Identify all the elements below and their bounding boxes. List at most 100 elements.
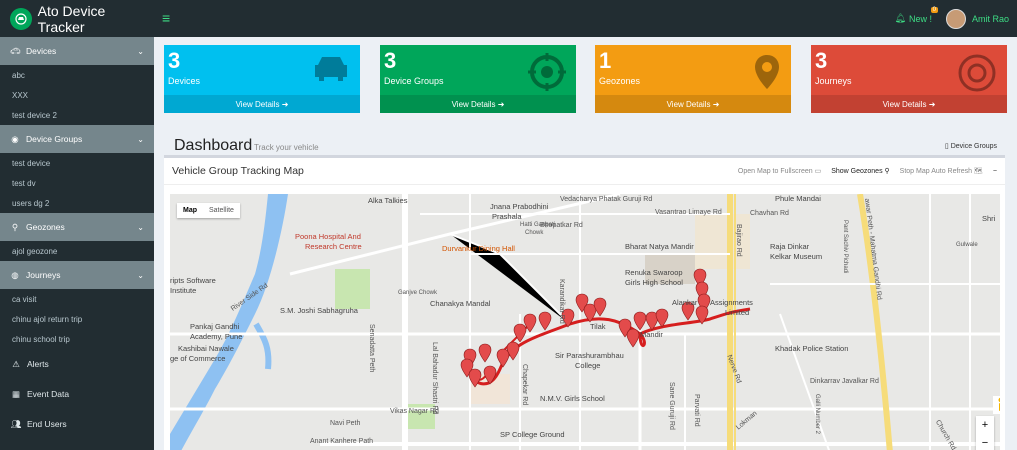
map-label: Limited	[725, 308, 750, 317]
chevron-down-icon: ⌄	[137, 222, 144, 232]
map-type-map-button[interactable]: Map	[177, 203, 203, 218]
map-label: Assignments	[710, 298, 753, 307]
map-label: Chapekar Rd	[521, 364, 528, 406]
map-label: ge of Commerce	[170, 354, 226, 363]
stat-label: Device Groups	[384, 76, 444, 86]
map-label: Poona Hospital And	[295, 232, 361, 241]
sidebar-section-device-groups[interactable]: ◉ Device Groups ⌄	[0, 125, 154, 153]
device-groups-link[interactable]: ▯ Device Groups	[945, 142, 997, 150]
map-label: Renuka Swaroop	[625, 268, 683, 277]
map-label: S.M. Joshi Sabhagruha	[280, 306, 358, 315]
map-label: Chanakya Mandal	[430, 299, 491, 308]
sidebar-section-journeys[interactable]: ◍ Journeys ⌄	[0, 261, 154, 289]
globe-icon	[957, 53, 997, 98]
sidebar-item-end-users[interactable]: 👥︎ End Users	[0, 409, 154, 439]
map-label: Jnana Prabodhini	[490, 202, 549, 211]
view-details-label: View Details	[451, 99, 496, 109]
panel-title: Vehicle Group Tracking Map	[172, 165, 304, 177]
map-label: Institute	[170, 286, 197, 295]
map-label: Academy, Pune	[190, 332, 243, 341]
avatar	[945, 8, 966, 29]
map-label: Shri	[982, 214, 996, 223]
user-name: Amit Rao	[971, 13, 1009, 24]
user-menu[interactable]: Amit Rao	[945, 8, 1009, 29]
map-label: Chowk	[525, 230, 544, 236]
zoom-in-button[interactable]: +	[976, 416, 994, 434]
sidebar-section-geozones[interactable]: ⚲ Geozones ⌄	[0, 213, 154, 241]
map-type-satellite-button[interactable]: Satellite	[203, 203, 240, 218]
sidebar-item-test-device-2[interactable]: test device 2	[0, 105, 154, 125]
map-label: Prashala	[492, 212, 522, 221]
map-label: Raja Dinkar	[770, 242, 810, 251]
top-navbar: Ato Device Tracker ≡ 🔔︎ New ! 0 Amit Rao	[0, 0, 1017, 37]
map-label: Bajirao Rd	[735, 224, 742, 257]
menu-toggle-icon[interactable]: ≡	[162, 10, 170, 26]
sidebar-section-devices[interactable]: 🚗︎ Devices ⌄	[0, 37, 154, 65]
notifications-badge: 0	[930, 7, 938, 13]
map-label: Durvankur Dining Hall	[442, 244, 515, 253]
map-label: SP College Ground	[500, 430, 565, 439]
notifications-label: New !	[908, 13, 932, 24]
show-geozones-button[interactable]: Show Geozones ⚲	[831, 167, 889, 175]
map-label: Vasantrao Limaye Rd	[655, 209, 722, 216]
device-groups-link-label: Device Groups	[950, 143, 997, 150]
sidebar-item-chinu-ajol-return-trip[interactable]: chinu ajol return trip	[0, 309, 154, 329]
map-label: Navi Peth	[330, 420, 361, 427]
page-title: Dashboard	[174, 137, 253, 154]
fullscreen-button[interactable]: Open Map to Fullscreen ▭	[738, 167, 821, 175]
bell-icon: 🔔︎	[894, 13, 906, 23]
tracking-map[interactable]: Alka Talkies Jnana Prabodhini Prashala V…	[170, 194, 1000, 450]
notifications-button[interactable]: 🔔︎ New ! 0	[894, 7, 938, 24]
map-label: Galli Number 2	[814, 394, 820, 435]
zoom-out-button[interactable]: −	[976, 434, 994, 450]
zoom-control: + −	[976, 416, 994, 450]
map-label: Bharat Natya Mandir	[625, 242, 694, 251]
target-icon: ◉	[11, 133, 19, 144]
map-label: Kelkar Museum	[770, 252, 823, 261]
stop-auto-refresh-label: Stop Map Auto Refresh	[899, 168, 973, 175]
stat-box-devices: 3 Devices View Details ➜	[164, 45, 360, 113]
page-subtitle: Track your vehicle	[254, 143, 319, 152]
map-label: Pankaj Gandhi	[190, 322, 240, 331]
sidebar-item-alerts[interactable]: ⚠ Alerts	[0, 349, 154, 379]
map-label: Dinkarrav Javalkar Rd	[810, 378, 879, 385]
sidebar-section-label: Geozones	[26, 222, 65, 232]
sidebar-item-event-data[interactable]: ▦ Event Data	[0, 379, 154, 409]
sidebar-item-ajol-geozone[interactable]: ajol geozone	[0, 241, 154, 261]
view-details-device-groups-link[interactable]: View Details ➜	[380, 95, 576, 113]
stat-count: 1	[599, 48, 612, 73]
map-label: Pant Sachiv Pichadi	[842, 220, 848, 274]
stat-label: Geozones	[599, 76, 641, 86]
sidebar-item-xxx[interactable]: XXX	[0, 85, 154, 105]
chevron-down-icon: ⌄	[137, 270, 144, 280]
map-label: Tilak	[590, 322, 606, 331]
car-icon	[312, 53, 350, 88]
map-label: Ganjve Chowk	[398, 290, 438, 296]
sidebar-item-chinu-school-trip[interactable]: chinu school trip	[0, 329, 154, 349]
view-details-label: View Details	[235, 99, 280, 109]
map-label: Research Centre	[305, 242, 362, 251]
users-icon: 👥︎	[10, 418, 22, 429]
map-label: Anant Kanhere Path	[310, 438, 374, 445]
map-label: Alankar	[672, 298, 698, 307]
globe-icon: ◍	[11, 269, 19, 280]
map-icon: 🗺︎	[974, 168, 983, 175]
view-details-geozones-link[interactable]: View Details ➜	[595, 95, 791, 113]
sidebar-item-test-device[interactable]: test device	[0, 153, 154, 173]
map-label: Mandir	[640, 330, 663, 339]
stat-count: 3	[815, 48, 828, 73]
sidebar-item-abc[interactable]: abc	[0, 65, 154, 85]
sidebar-item-users-dg-2[interactable]: users dg 2	[0, 193, 154, 213]
stat-box-device-groups: 3 Device Groups View Details ➜	[380, 45, 576, 113]
sidebar-item-test-dv[interactable]: test dv	[0, 173, 154, 193]
sidebar-item-ca-visit[interactable]: ca visit	[0, 289, 154, 309]
view-details-journeys-link[interactable]: View Details ➜	[811, 95, 1007, 113]
fullscreen-icon: ▭	[814, 168, 822, 175]
stop-auto-refresh-button[interactable]: Stop Map Auto Refresh 🗺︎	[900, 167, 983, 175]
map-label: Alka Talkies	[368, 196, 408, 205]
view-details-devices-link[interactable]: View Details ➜	[164, 95, 360, 113]
warning-icon: ⚠	[12, 358, 20, 369]
brand[interactable]: Ato Device Tracker	[0, 0, 154, 37]
collapse-panel-button[interactable]: −	[993, 168, 997, 175]
sidebar-section-label: Device Groups	[26, 134, 83, 144]
